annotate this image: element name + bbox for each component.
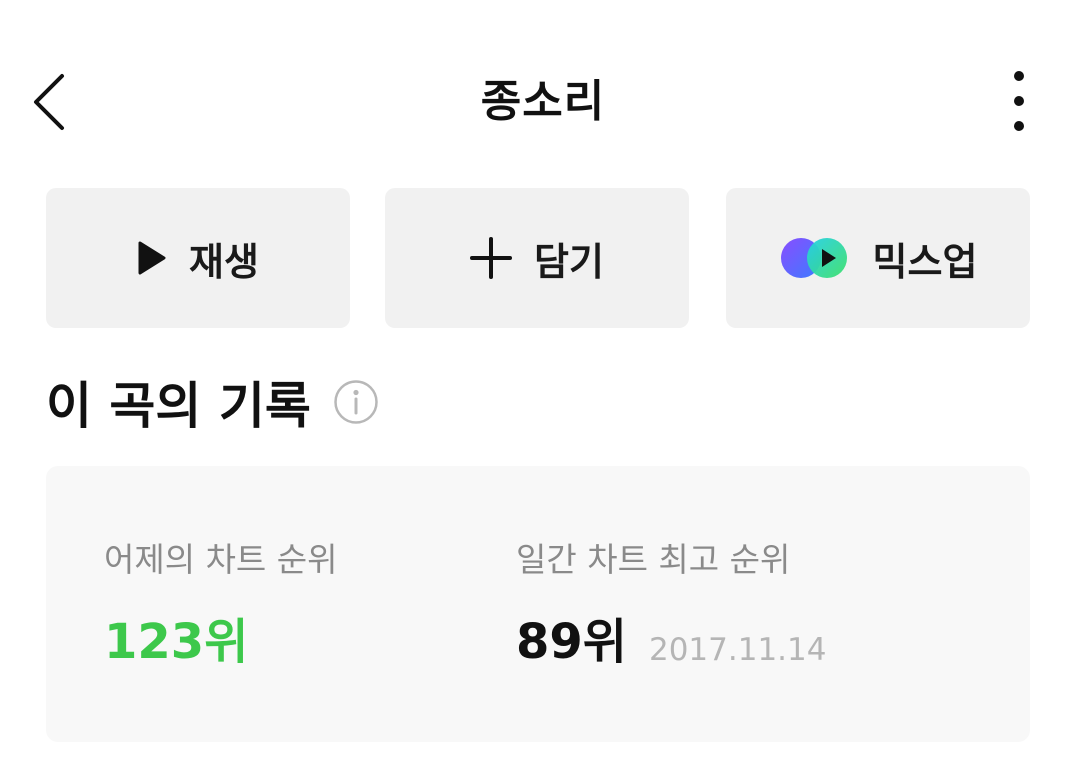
play-icon [138,241,166,275]
record-section-header: 이 곡의 기록 [46,364,379,440]
action-buttons: 재생 담기 믹스업 [46,188,1030,328]
chart-record-card: 어제의 차트 순위 123위 일간 차트 최고 순위 89위 2017.11.14 [46,466,1030,742]
daily-best-rank-label: 일간 차트 최고 순위 [516,540,791,579]
add-button-label: 담기 [534,239,604,284]
record-section-title: 이 곡의 기록 [46,377,311,435]
play-button-label: 재생 [189,239,259,284]
daily-best-rank: 89위 2017.11.14 [516,612,826,680]
top-bar: 종소리 [0,50,1086,154]
yesterday-rank-label: 어제의 차트 순위 [104,540,338,579]
yesterday-rank-value: 123위 [104,614,249,670]
mixup-button[interactable]: 믹스업 [726,188,1030,328]
more-vertical-icon [1014,71,1024,131]
page-title: 종소리 [480,76,606,127]
daily-best-rank-value: 89위 [516,614,627,670]
mixup-icon [780,238,847,278]
add-to-playlist-button[interactable]: 담기 [385,188,689,328]
mixup-button-label: 믹스업 [872,239,978,284]
info-icon[interactable] [333,379,379,425]
plus-icon [470,237,513,279]
daily-best-date: 2017.11.14 [648,632,827,668]
more-options-button[interactable] [996,70,1042,134]
play-button[interactable]: 재생 [46,188,350,328]
